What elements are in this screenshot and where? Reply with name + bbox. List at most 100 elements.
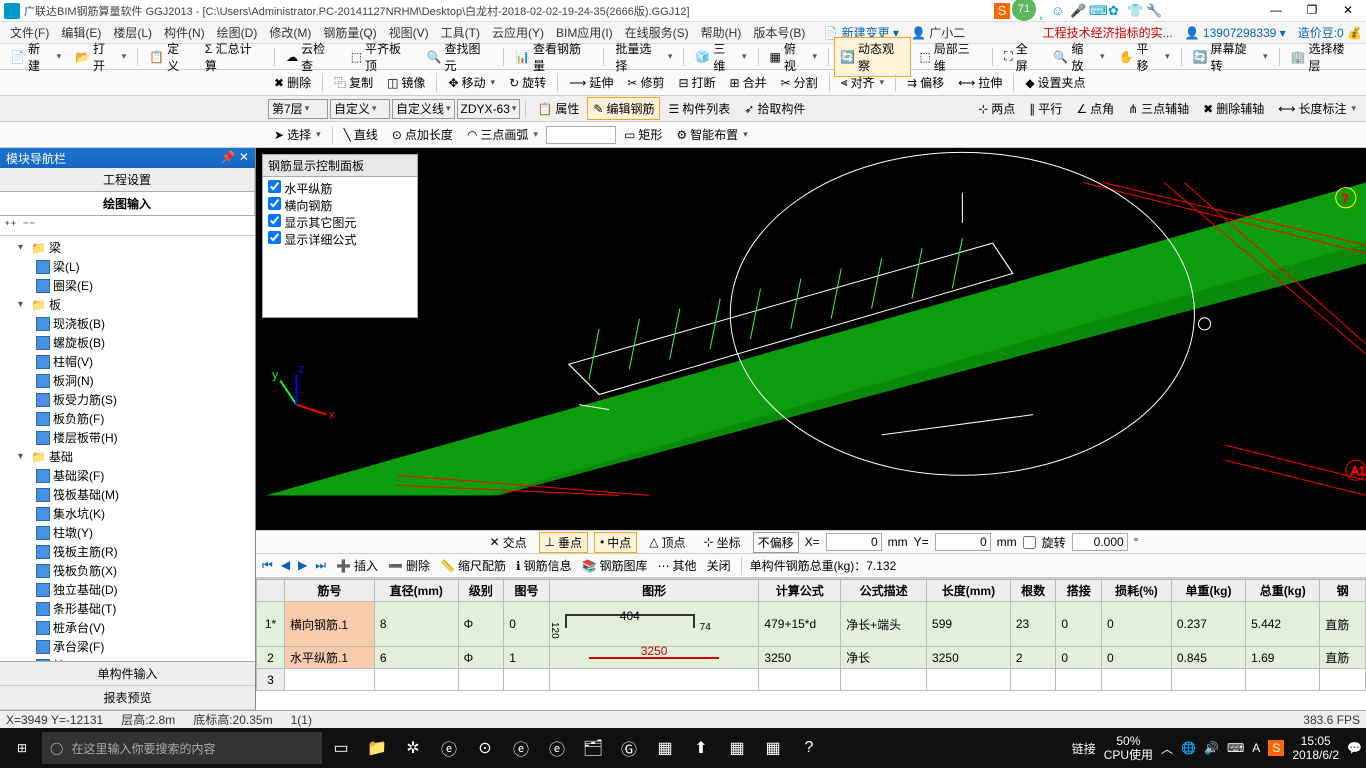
tbl-rebar-info[interactable]: ℹ 钢筋信息	[516, 557, 572, 574]
tree-item[interactable]: 现浇板(B)	[4, 314, 251, 333]
col-header[interactable]: 公式描述	[841, 580, 927, 602]
tree-item[interactable]: 柱墩(Y)	[4, 523, 251, 542]
col-header[interactable]: 单重(kg)	[1171, 580, 1245, 602]
col-header[interactable]: 根数	[1010, 580, 1056, 602]
nav-last[interactable]: ⏭	[315, 558, 326, 573]
props-button[interactable]: 📋 属性	[531, 97, 585, 120]
collapse-icon[interactable]: ⁻⁻	[23, 218, 36, 233]
two-pt-button[interactable]: ⊹ 两点	[972, 97, 1021, 120]
minimize-button[interactable]: —	[1262, 3, 1290, 19]
mirror-button[interactable]: ◫ 镜像	[381, 71, 431, 94]
col-header[interactable]: 计算公式	[759, 580, 841, 602]
tray-ime-icon[interactable]: ⌨	[1227, 741, 1244, 755]
tbl-insert[interactable]: ➕ 插入	[336, 557, 378, 574]
tree-item[interactable]: 板负筋(F)	[4, 409, 251, 428]
task-icon[interactable]: ▦	[756, 732, 790, 764]
offset-button[interactable]: ⇉ 偏移	[901, 71, 950, 94]
tree-item[interactable]: 螺旋板(B)	[4, 333, 251, 352]
subtype-combo[interactable]: 自定义线	[392, 99, 455, 119]
ime-s-icon[interactable]: S	[994, 3, 1010, 19]
col-header[interactable]: 图号	[504, 580, 550, 602]
col-header[interactable]: 直径(mm)	[374, 580, 458, 602]
pt-angle-button[interactable]: ∠ 点角	[1070, 97, 1120, 120]
col-header[interactable]: 损耗(%)	[1101, 580, 1171, 602]
delete-button[interactable]: ✖ 删除	[268, 71, 317, 94]
nav-first[interactable]: ⏮	[262, 558, 273, 573]
tree-item[interactable]: 桩承台(V)	[4, 618, 251, 637]
tbl-other[interactable]: ⋯ 其他	[658, 557, 697, 574]
col-header[interactable]	[257, 580, 285, 602]
category-combo[interactable]: 自定义	[330, 99, 390, 119]
align-button[interactable]: ⫷ 对齐	[835, 71, 890, 94]
arc3-tool[interactable]: ◠ 三点画弧	[461, 123, 544, 146]
tray-net-icon[interactable]: 🌐	[1181, 741, 1196, 755]
tbl-scale[interactable]: 📏 缩尺配筋	[440, 557, 506, 574]
col-header[interactable]: 总重(kg)	[1246, 580, 1320, 602]
tree-group[interactable]: ▾📁 板	[4, 295, 251, 314]
tree-item[interactable]: 板受力筋(S)	[4, 390, 251, 409]
snap-mid[interactable]: • 中点	[594, 532, 637, 553]
snap-x-input[interactable]	[826, 533, 882, 551]
tbl-rebar-lib[interactable]: 📚 钢筋图库	[582, 557, 648, 574]
nav-prev[interactable]: ◀	[281, 558, 290, 573]
task-view-icon[interactable]: ▭	[324, 732, 358, 764]
stretch-button[interactable]: ⟷ 拉伸	[952, 71, 1008, 94]
tray-link[interactable]: 链接	[1072, 740, 1096, 757]
task-icon[interactable]: ⊙	[468, 732, 502, 764]
tree-item[interactable]: 基础梁(F)	[4, 466, 251, 485]
move-button[interactable]: ✥ 移动	[442, 71, 501, 94]
pick-button[interactable]: ➶ 拾取构件	[738, 97, 811, 120]
tree-item[interactable]: 筏板基础(M)	[4, 485, 251, 504]
rebar-check[interactable]: 横向钢筋	[268, 197, 412, 214]
select-floor-button[interactable]: 🏢 选择楼层	[1284, 37, 1361, 77]
parallel-button[interactable]: ∥ 平行	[1023, 97, 1068, 120]
snap-perp[interactable]: ⊥ 垂点	[539, 532, 588, 553]
split-button[interactable]: ✂ 分割	[775, 71, 824, 94]
rebar-display-panel[interactable]: 钢筋显示控制面板 水平纵筋 横向钢筋 显示其它图元 显示详细公式	[262, 154, 418, 318]
viewport-3d[interactable]: A1 7	[256, 148, 1366, 530]
tab-single-input[interactable]: 单构件输入	[0, 662, 255, 686]
tree-item[interactable]: 独立基础(D)	[4, 580, 251, 599]
select-tool[interactable]: ➤ 选择	[268, 123, 327, 146]
floor-combo[interactable]: 第7层	[268, 99, 328, 119]
rotate-button[interactable]: ↻ 旋转	[503, 71, 552, 94]
task-icon[interactable]: ▦	[720, 732, 754, 764]
tbl-delete[interactable]: ➖ 删除	[388, 557, 430, 574]
col-header[interactable]: 筋号	[285, 580, 375, 602]
task-icon[interactable]: ⓔ	[540, 732, 574, 764]
len-mark-button[interactable]: ⟷ 长度标注	[1272, 97, 1362, 120]
task-icon[interactable]: 📁	[360, 732, 394, 764]
three-aux-button[interactable]: ⋔ 三点辅轴	[1122, 97, 1195, 120]
tray-vol-icon[interactable]: 🔊	[1204, 741, 1219, 755]
tree-item[interactable]: 柱帽(V)	[4, 352, 251, 371]
rebar-check[interactable]: 水平纵筋	[268, 180, 412, 197]
tray-s-icon[interactable]: S	[1268, 740, 1284, 756]
expand-icon[interactable]: ⁺⁺	[4, 218, 17, 233]
tray-notif-icon[interactable]: 💬	[1347, 741, 1362, 755]
del-aux-button[interactable]: ✖ 删除辅轴	[1197, 97, 1270, 120]
col-header[interactable]: 级别	[458, 580, 504, 602]
tree-item[interactable]: 集水坑(K)	[4, 504, 251, 523]
line-tool[interactable]: ╲ 直线	[338, 123, 384, 146]
copy-button[interactable]: ⿻ 复制	[328, 71, 379, 94]
rotate-check[interactable]	[1023, 536, 1036, 549]
tree-item[interactable]: 筏板主筋(R)	[4, 542, 251, 561]
task-icon[interactable]: Ⓖ	[612, 732, 646, 764]
tree-item[interactable]: 板洞(N)	[4, 371, 251, 390]
task-icon[interactable]: ▦	[648, 732, 682, 764]
col-header[interactable]: 钢	[1320, 580, 1366, 602]
task-icon[interactable]: ⓔ	[432, 732, 466, 764]
snap-intersect[interactable]: ✕ 交点	[484, 532, 533, 553]
tree-item[interactable]: 梁(L)	[4, 257, 251, 276]
rect-tool[interactable]: ▭ 矩形	[618, 123, 668, 146]
component-tree[interactable]: ▾📁 梁 梁(L) 圈梁(E)▾📁 板 现浇板(B) 螺旋板(B) 柱帽(V) …	[0, 236, 255, 661]
open-button[interactable]: 📂 打开	[69, 37, 132, 77]
tab-project[interactable]: 工程设置	[0, 168, 255, 191]
tree-item[interactable]: 承台梁(F)	[4, 637, 251, 656]
task-icon[interactable]: ⓔ	[504, 732, 538, 764]
comp-list-button[interactable]: ☰ 构件列表	[662, 97, 736, 120]
screen-rotate-button[interactable]: 🔄 屏幕旋转	[1187, 37, 1274, 77]
close-button[interactable]: ✕	[1334, 3, 1362, 19]
tab-drawinput[interactable]: 绘图输入	[0, 192, 255, 215]
rotate-input[interactable]	[1072, 533, 1128, 551]
